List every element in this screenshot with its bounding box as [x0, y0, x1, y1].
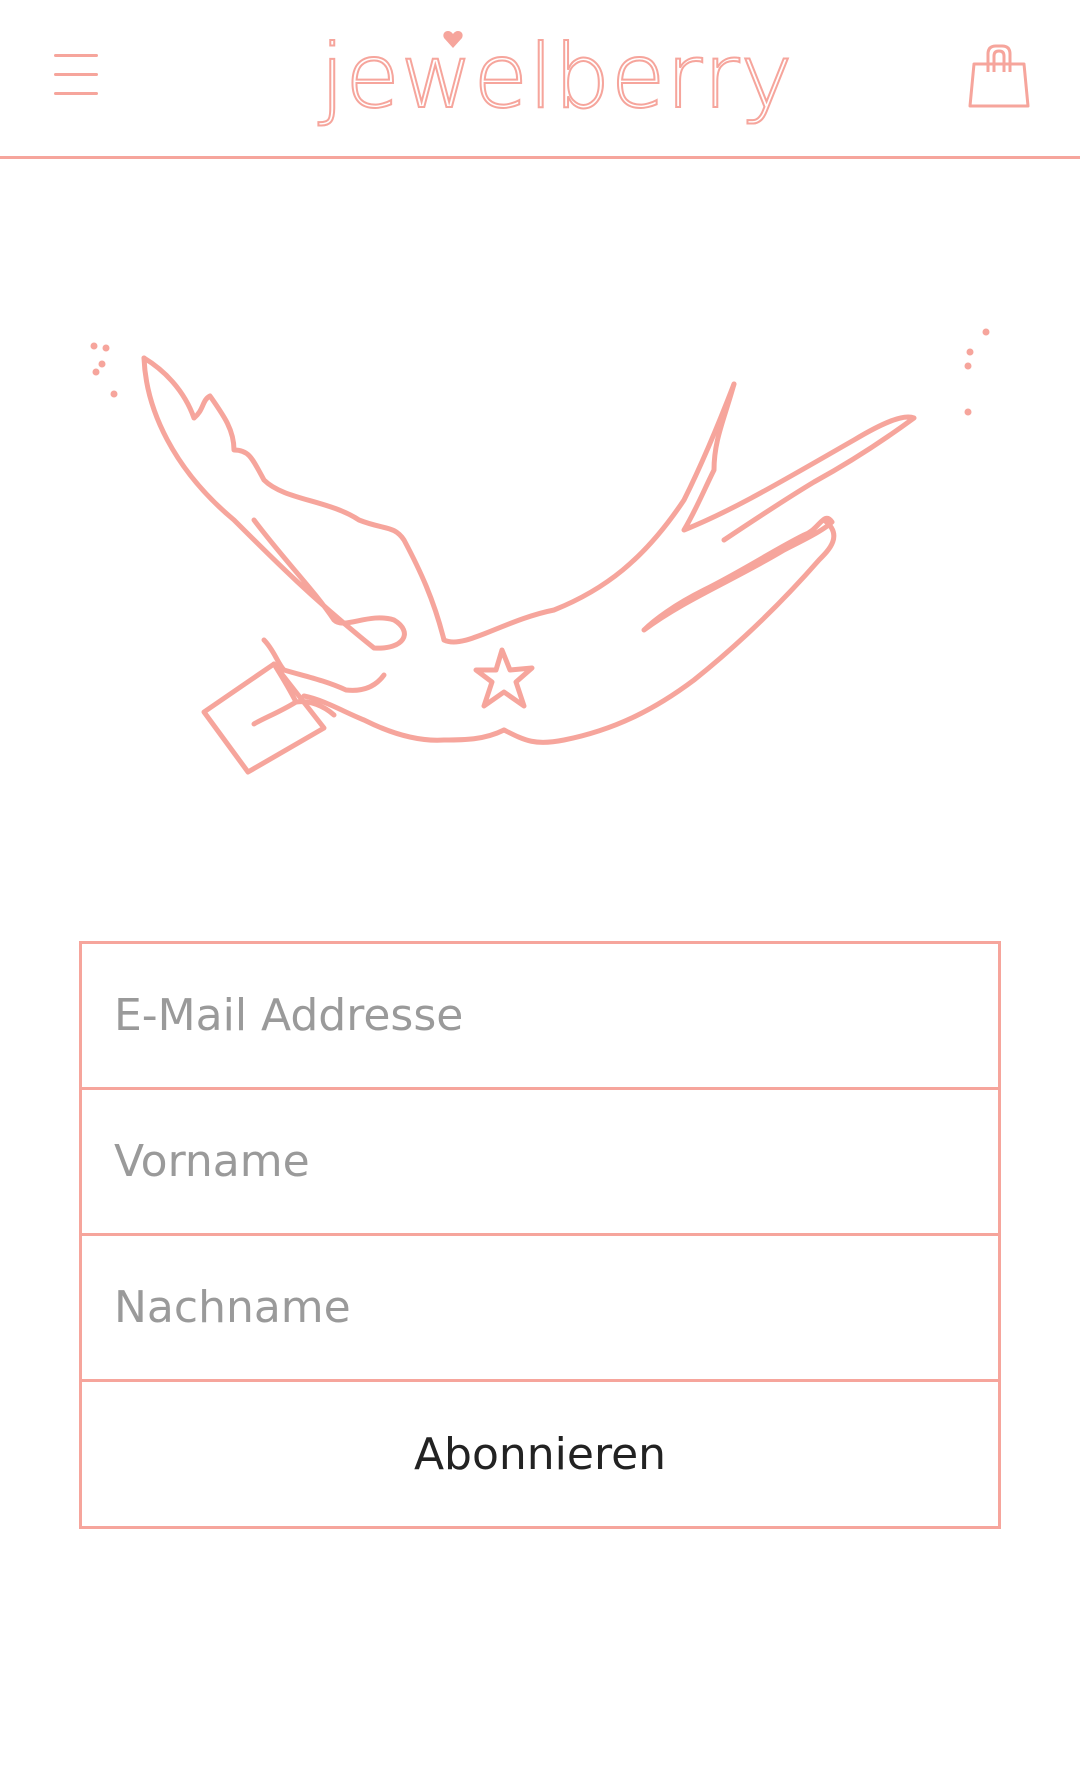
newsletter-signup-form: Abonnieren [79, 941, 1001, 1529]
jewelberry-logo[interactable]: jewelberry [319, 22, 794, 142]
sparkle-dots-right [964, 328, 990, 416]
hamburger-menu-icon[interactable] [50, 48, 104, 102]
swallow-carrying-letter-illustration [84, 320, 1004, 850]
sparkle-dots-left [90, 342, 118, 398]
first-name-field[interactable] [82, 1090, 998, 1236]
logo-heart-icon [443, 31, 463, 48]
email-field[interactable] [82, 944, 998, 1090]
last-name-field[interactable] [82, 1236, 998, 1382]
tail-feather [501, 517, 837, 745]
star-icon [473, 647, 535, 709]
left-wing [141, 355, 407, 651]
shopping-bag-icon[interactable] [966, 42, 1032, 112]
subscribe-button[interactable]: Abonnieren [82, 1382, 998, 1526]
site-header: jewelberry [0, 0, 1080, 159]
